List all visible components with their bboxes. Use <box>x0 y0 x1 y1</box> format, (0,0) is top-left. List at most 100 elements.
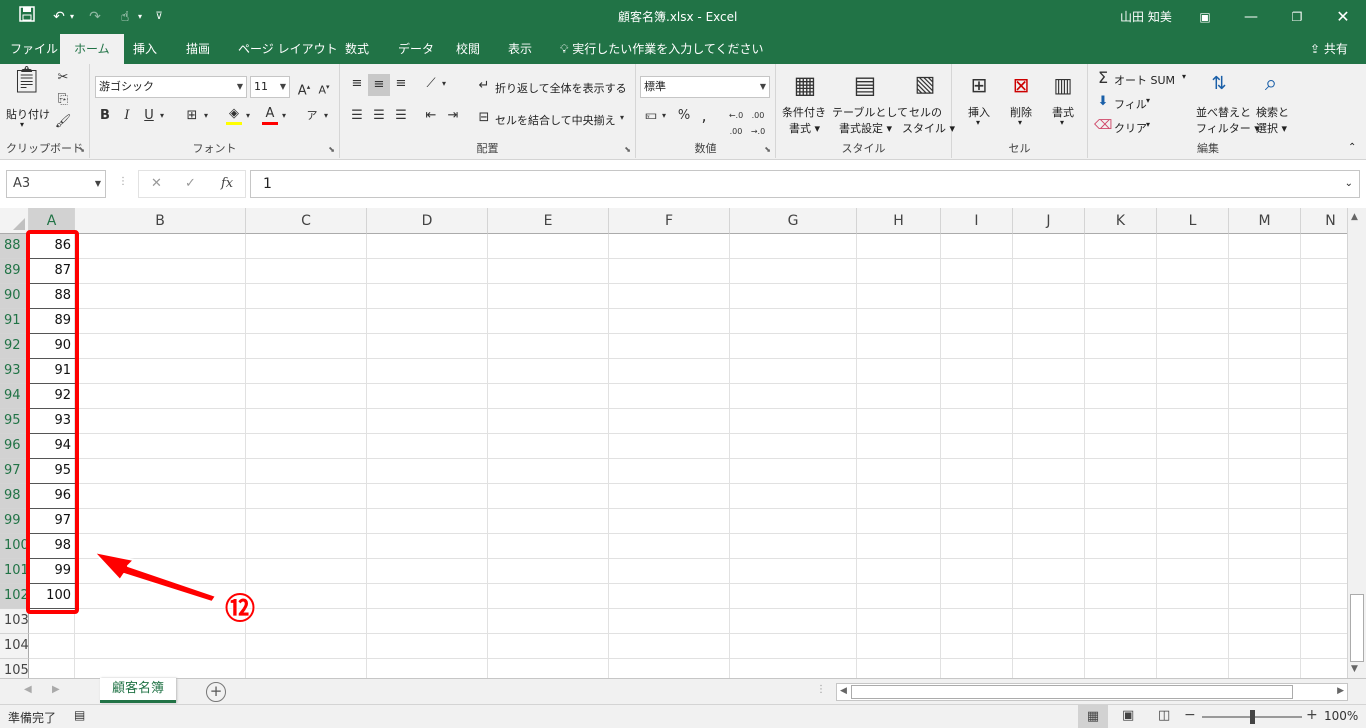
sort-filter-icon[interactable]: ⇅ <box>1204 70 1234 98</box>
undo-dropdown-icon[interactable]: ▾ <box>66 6 78 28</box>
vertical-scroll-thumb[interactable] <box>1350 594 1364 662</box>
align-left-icon[interactable]: ☰ <box>348 108 366 124</box>
merge-center-icon[interactable]: ⊟ <box>476 110 492 126</box>
row-header-100[interactable]: 100 <box>0 534 29 559</box>
cancel-icon[interactable]: ✕ <box>151 176 162 191</box>
find-search-icon[interactable]: ⌕ <box>1256 70 1286 98</box>
column-header-i[interactable]: I <box>941 208 1013 234</box>
ribbon-display-icon[interactable]: ▣ <box>1182 0 1228 34</box>
decrease-indent-icon[interactable]: ⇤ <box>422 108 440 124</box>
row-header-104[interactable]: 104 <box>0 634 29 659</box>
next-sheet-icon[interactable]: ▶ <box>52 684 60 695</box>
accounting-dropdown-icon[interactable]: ▾ <box>660 108 668 124</box>
collapse-ribbon-icon[interactable]: ⌃ <box>1348 142 1356 153</box>
paste-dropdown-icon[interactable]: ▾ <box>20 120 24 129</box>
align-middle-icon[interactable]: ≡ <box>368 74 390 96</box>
tab-page-layout[interactable]: ページ レイアウト <box>238 34 338 64</box>
increase-decimal-icon[interactable]: ←.0.00 <box>726 108 746 140</box>
delete-dropdown-icon[interactable]: ▾ <box>1018 118 1022 127</box>
insert-dropdown-icon[interactable]: ▾ <box>976 118 980 127</box>
customize-qat-icon[interactable]: ⊽ <box>152 6 166 28</box>
close-button[interactable]: ✕ <box>1320 0 1366 34</box>
increase-indent-icon[interactable]: ⇥ <box>444 108 462 124</box>
font-name-select[interactable]: 游ゴシック ▼ <box>95 76 247 98</box>
row-header-101[interactable]: 101 <box>0 559 29 584</box>
italic-icon[interactable]: I <box>120 108 134 124</box>
merge-dropdown-icon[interactable]: ▾ <box>618 110 626 126</box>
tab-draw[interactable]: 描画 <box>186 34 210 64</box>
font-size-select[interactable]: 11 ▼ <box>250 76 290 98</box>
decrease-font-icon[interactable]: A▾ <box>316 79 332 99</box>
row-header-93[interactable]: 93 <box>0 359 29 384</box>
insert-cells-icon[interactable]: ⊞ <box>966 70 992 100</box>
insert-function-icon[interactable]: fx <box>221 176 233 191</box>
macro-record-icon[interactable]: ▤ <box>74 708 85 722</box>
autosum-button[interactable]: オート SUM <box>1114 72 1175 88</box>
format-painter-icon[interactable]: 🖌︎ <box>54 114 72 130</box>
column-header-b[interactable]: B <box>75 208 246 234</box>
tab-formulas[interactable]: 数式 <box>345 34 369 64</box>
share-button[interactable]: ⇪ 共有 <box>1310 34 1348 64</box>
zoom-in-icon[interactable]: + <box>1306 707 1318 723</box>
clipboard-launcher-icon[interactable]: ⬊ <box>78 145 85 154</box>
phonetic-dropdown-icon[interactable]: ▾ <box>322 108 330 124</box>
row-header-96[interactable]: 96 <box>0 434 29 459</box>
row-header-94[interactable]: 94 <box>0 384 29 409</box>
row-header-102[interactable]: 102 <box>0 584 29 609</box>
column-header-k[interactable]: K <box>1085 208 1157 234</box>
tab-view[interactable]: 表示 <box>508 34 532 64</box>
touch-mode-icon[interactable]: ☝ <box>114 6 136 28</box>
row-header-97[interactable]: 97 <box>0 459 29 484</box>
delete-cells-icon[interactable]: ⊠ <box>1008 70 1034 100</box>
horizontal-scrollbar[interactable]: ◀ ▶ <box>836 683 1348 701</box>
decrease-decimal-icon[interactable]: .00 →.0 <box>748 108 768 140</box>
formula-input[interactable]: 1 ⌄ <box>250 170 1360 198</box>
column-header-h[interactable]: H <box>857 208 941 234</box>
column-header-j[interactable]: J <box>1013 208 1085 234</box>
tab-data[interactable]: データ <box>398 34 434 64</box>
eraser-icon[interactable]: ⌫ <box>1094 118 1112 134</box>
cell-styles-icon[interactable]: ▧ <box>910 70 940 100</box>
clear-dropdown-icon[interactable]: ▾ <box>1146 120 1150 129</box>
touch-dropdown-icon[interactable]: ▾ <box>134 6 146 28</box>
align-right-icon[interactable]: ☰ <box>392 108 410 124</box>
scroll-right-icon[interactable]: ▶ <box>1337 686 1344 696</box>
orientation-dropdown-icon[interactable]: ▾ <box>440 76 448 92</box>
row-header-92[interactable]: 92 <box>0 334 29 359</box>
border-icon[interactable]: ⊞ <box>184 108 200 124</box>
alignment-launcher-icon[interactable]: ⬊ <box>624 145 631 154</box>
wrap-text-button[interactable]: 折り返して全体を表示する <box>495 80 627 96</box>
scroll-down-icon[interactable]: ▼ <box>1351 664 1358 674</box>
number-format-select[interactable]: 標準 ▼ <box>640 76 770 98</box>
add-sheet-icon[interactable]: + <box>206 682 226 702</box>
sort-filter-button[interactable]: 並べ替えと フィルター ▾ <box>1196 104 1260 136</box>
fill-down-icon[interactable]: ⬇ <box>1094 94 1112 110</box>
fill-dropdown-icon[interactable]: ▾ <box>1146 96 1150 105</box>
font-launcher-icon[interactable]: ⬊ <box>328 145 335 154</box>
horizontal-scroll-thumb[interactable] <box>851 685 1293 699</box>
format-cells-icon[interactable]: ▥ <box>1050 70 1076 100</box>
prev-sheet-icon[interactable]: ◀ <box>24 684 32 695</box>
align-center-icon[interactable]: ☰ <box>370 108 388 124</box>
format-as-table-button[interactable]: テーブルとして 書式設定 ▾ <box>832 104 908 136</box>
cell-a104[interactable] <box>29 634 75 659</box>
conditional-format-button[interactable]: 条件付き 書式 ▾ <box>782 104 826 136</box>
zoom-out-icon[interactable]: − <box>1184 707 1196 723</box>
paste-label[interactable]: 貼り付け <box>6 106 50 122</box>
page-break-view-icon[interactable]: ◫ <box>1158 708 1170 723</box>
autosum-dropdown-icon[interactable]: ▾ <box>1182 72 1186 81</box>
fill-color-icon[interactable]: ◈ <box>226 106 242 125</box>
worksheet-grid[interactable]: ABCDEFGHIJKLMN 88 86 89 87 90 88 91 89 92 90 93 91 9… <box>0 208 1366 684</box>
fill-dropdown-icon[interactable]: ▾ <box>244 108 252 124</box>
restore-button[interactable]: ❐ <box>1274 0 1320 34</box>
tab-split-icon[interactable]: ⋮ <box>816 684 826 695</box>
enter-icon[interactable]: ✓ <box>185 176 196 191</box>
underline-icon[interactable]: U <box>142 108 156 124</box>
vertical-scrollbar[interactable]: ▲ ▼ <box>1347 208 1366 678</box>
wrap-text-icon[interactable]: ↵ <box>476 78 492 94</box>
percent-icon[interactable]: % <box>676 108 692 124</box>
row-header-91[interactable]: 91 <box>0 309 29 334</box>
user-name[interactable]: 山田 知美 <box>1120 8 1172 25</box>
expand-formula-icon[interactable]: ⌄ <box>1345 171 1353 197</box>
align-top-icon[interactable]: ≡ <box>348 76 366 92</box>
